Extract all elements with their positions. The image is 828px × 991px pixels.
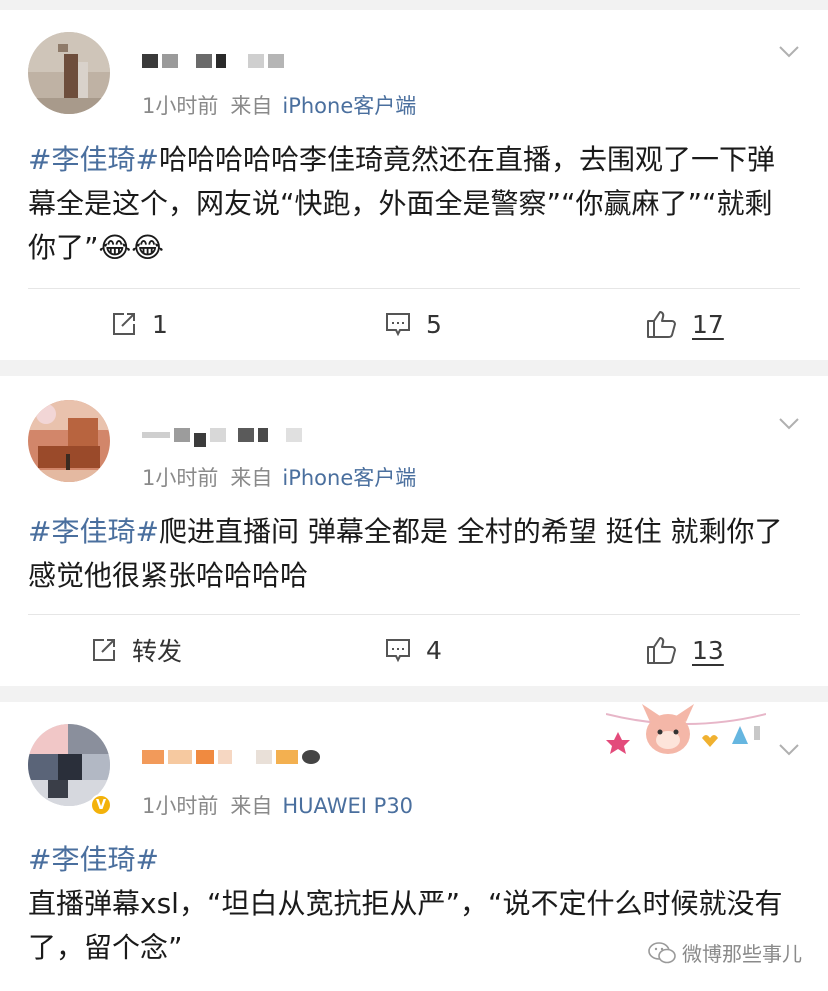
post-time: 1小时前 [142, 794, 219, 818]
repost-count: 1 [152, 309, 168, 339]
comment-button[interactable]: 5 [384, 310, 442, 339]
like-button[interactable]: 17 [646, 309, 724, 339]
chevron-down-icon[interactable] [778, 40, 800, 62]
card-decoration-image [606, 704, 766, 754]
comment-button[interactable]: 4 [384, 636, 442, 665]
post-text: #李佳琦#哈哈哈哈哈李佳琦竟然还在直播，去围观了一下弹幕全是这个，网友说“快跑，… [28, 138, 800, 270]
avatar[interactable] [28, 400, 110, 482]
watermark: 微博那些事儿 [648, 938, 802, 967]
divider [28, 288, 800, 289]
post-card-1[interactable]: 1小时前 来自 iPhone客户端 #李佳琦#哈哈哈哈哈李佳琦竟然还在直播，去围观了… [0, 10, 828, 360]
repost-button[interactable]: 转发 [90, 632, 182, 668]
avatar[interactable] [28, 32, 110, 114]
post-time: 1小时前 [142, 466, 219, 490]
avatar-image [28, 400, 110, 482]
repost-button[interactable]: 1 [110, 310, 168, 339]
comment-icon [386, 639, 410, 663]
username-blurred[interactable] [142, 46, 302, 76]
post-meta: 1小时前 来自 iPhone客户端 [142, 462, 416, 492]
watermark-text: 微博那些事儿 [682, 942, 802, 966]
repost-icon [93, 639, 115, 661]
post-meta: 1小时前 来自 HUAWEI P30 [142, 790, 413, 820]
source-prefix: 来自 [230, 94, 273, 118]
username-blurred[interactable] [142, 420, 302, 450]
post-card-2[interactable]: 1小时前 来自 iPhone客户端 #李佳琦#爬进直播间 弹幕全都是 全村的希望 挺… [0, 376, 828, 686]
divider [28, 614, 800, 615]
post-source[interactable]: iPhone客户端 [282, 94, 416, 118]
post-time: 1小时前 [142, 94, 219, 118]
repost-icon [113, 313, 135, 335]
hashtag-link[interactable]: #李佳琦# [28, 843, 159, 876]
post-text: #李佳琦#爬进直播间 弹幕全都是 全村的希望 挺住 就剩你了 感觉他很紧张哈哈哈… [28, 510, 800, 598]
hashtag-link[interactable]: #李佳琦# [28, 143, 159, 176]
like-icon [647, 311, 676, 338]
comment-count: 5 [426, 309, 442, 339]
repost-label: 转发 [132, 637, 183, 666]
action-bar: 1 5 17 [0, 300, 828, 348]
avatar-image [28, 32, 110, 114]
chevron-down-icon[interactable] [778, 738, 800, 760]
chevron-down-icon[interactable] [778, 412, 800, 434]
comment-count: 4 [426, 635, 442, 665]
action-bar: 转发 4 13 [0, 626, 828, 674]
like-icon [647, 637, 676, 664]
like-button[interactable]: 13 [646, 635, 724, 665]
wechat-icon [648, 941, 676, 963]
hashtag-link[interactable]: #李佳琦# [28, 515, 159, 548]
like-count: 17 [692, 309, 724, 339]
emoji: 😂😂 [98, 231, 164, 264]
source-prefix: 来自 [230, 794, 273, 818]
post-card-3[interactable]: V 1小时前 来自 HUAWEI P30 #李佳琦# 直播弹幕xsl，“坦白从宽抗拒… [0, 702, 828, 991]
post-source[interactable]: iPhone客户端 [282, 466, 416, 490]
like-count: 13 [692, 635, 724, 665]
verified-badge-icon: V [90, 794, 112, 816]
username-blurred[interactable] [142, 742, 392, 772]
comment-icon [386, 313, 410, 337]
post-source[interactable]: HUAWEI P30 [282, 794, 413, 818]
post-meta: 1小时前 来自 iPhone客户端 [142, 90, 416, 120]
source-prefix: 来自 [230, 466, 273, 490]
